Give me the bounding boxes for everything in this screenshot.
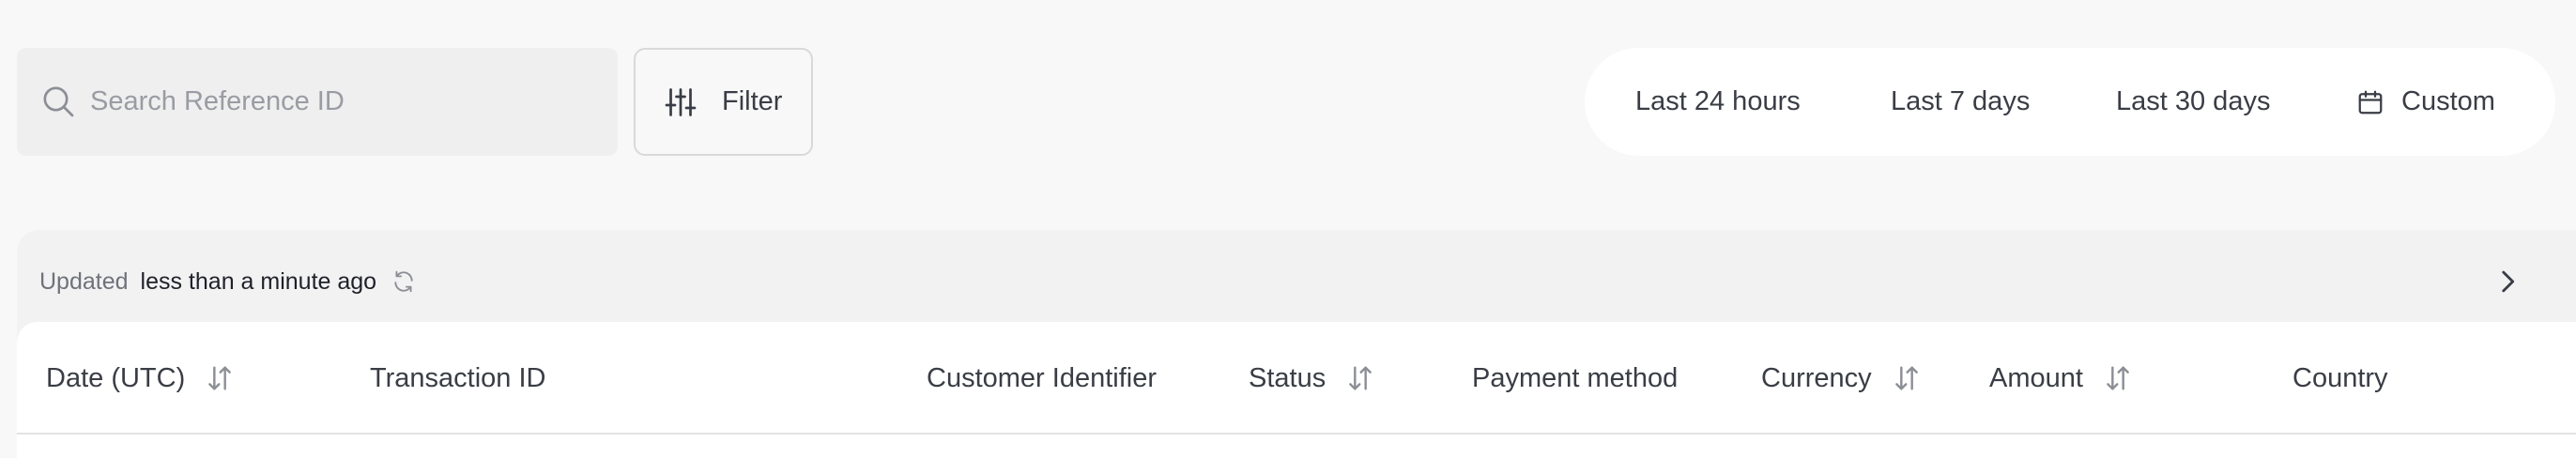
chevron-right-icon[interactable] [2492, 266, 2523, 298]
column-status[interactable]: Status [1249, 322, 1376, 435]
transactions-panel: Updated less than a minute ago Date (UTC… [17, 230, 2576, 458]
search-input[interactable] [90, 48, 597, 156]
filter-label: Filter [722, 86, 783, 116]
range-last-30-days[interactable]: Last 30 days [2116, 48, 2270, 156]
range-last-24-hours[interactable]: Last 24 hours [1635, 48, 1801, 156]
search-icon [43, 86, 74, 117]
column-label: Date (UTC) [46, 362, 186, 393]
column-label: Transaction ID [370, 362, 546, 393]
sort-icon[interactable] [1344, 362, 1376, 394]
transactions-table: Date (UTC) Transaction ID Customer Ident… [17, 322, 2576, 458]
search-box[interactable] [17, 48, 618, 156]
time-range-selector: Last 24 hours Last 7 days Last 30 days C… [1585, 48, 2555, 156]
filter-button[interactable]: Filter [634, 48, 813, 156]
column-label: Country [2292, 362, 2388, 393]
toolbar: Filter Last 24 hours Last 7 days Last 30… [0, 0, 2576, 206]
column-label: Currency [1761, 362, 1872, 393]
updated-value: less than a minute ago [140, 267, 377, 295]
calendar-icon [2358, 90, 2383, 114]
sliders-icon [665, 87, 697, 116]
sort-icon[interactable] [1891, 362, 1923, 394]
updated-label: Updated [39, 267, 129, 295]
sort-icon[interactable] [2102, 362, 2134, 394]
range-custom-label: Custom [2401, 86, 2495, 116]
column-amount[interactable]: Amount [1989, 322, 2134, 435]
column-transaction-id: Transaction ID [370, 322, 546, 435]
range-last-7-days[interactable]: Last 7 days [1891, 48, 2030, 156]
range-custom[interactable]: Custom [2356, 48, 2495, 156]
column-customer-identifier: Customer Identifier [927, 322, 1157, 435]
column-country: Country [2292, 322, 2388, 435]
column-label: Amount [1989, 362, 2083, 393]
column-payment-method: Payment method [1472, 322, 1678, 435]
column-date[interactable]: Date (UTC) [46, 322, 236, 435]
column-label: Status [1249, 362, 1326, 393]
last-updated: Updated less than a minute ago [39, 263, 416, 300]
column-label: Payment method [1472, 362, 1679, 393]
column-currency[interactable]: Currency [1761, 322, 1923, 435]
sort-icon[interactable] [204, 362, 236, 394]
table-header: Date (UTC) Transaction ID Customer Ident… [17, 322, 2576, 435]
column-label: Customer Identifier [927, 362, 1157, 393]
refresh-icon[interactable] [391, 269, 416, 294]
